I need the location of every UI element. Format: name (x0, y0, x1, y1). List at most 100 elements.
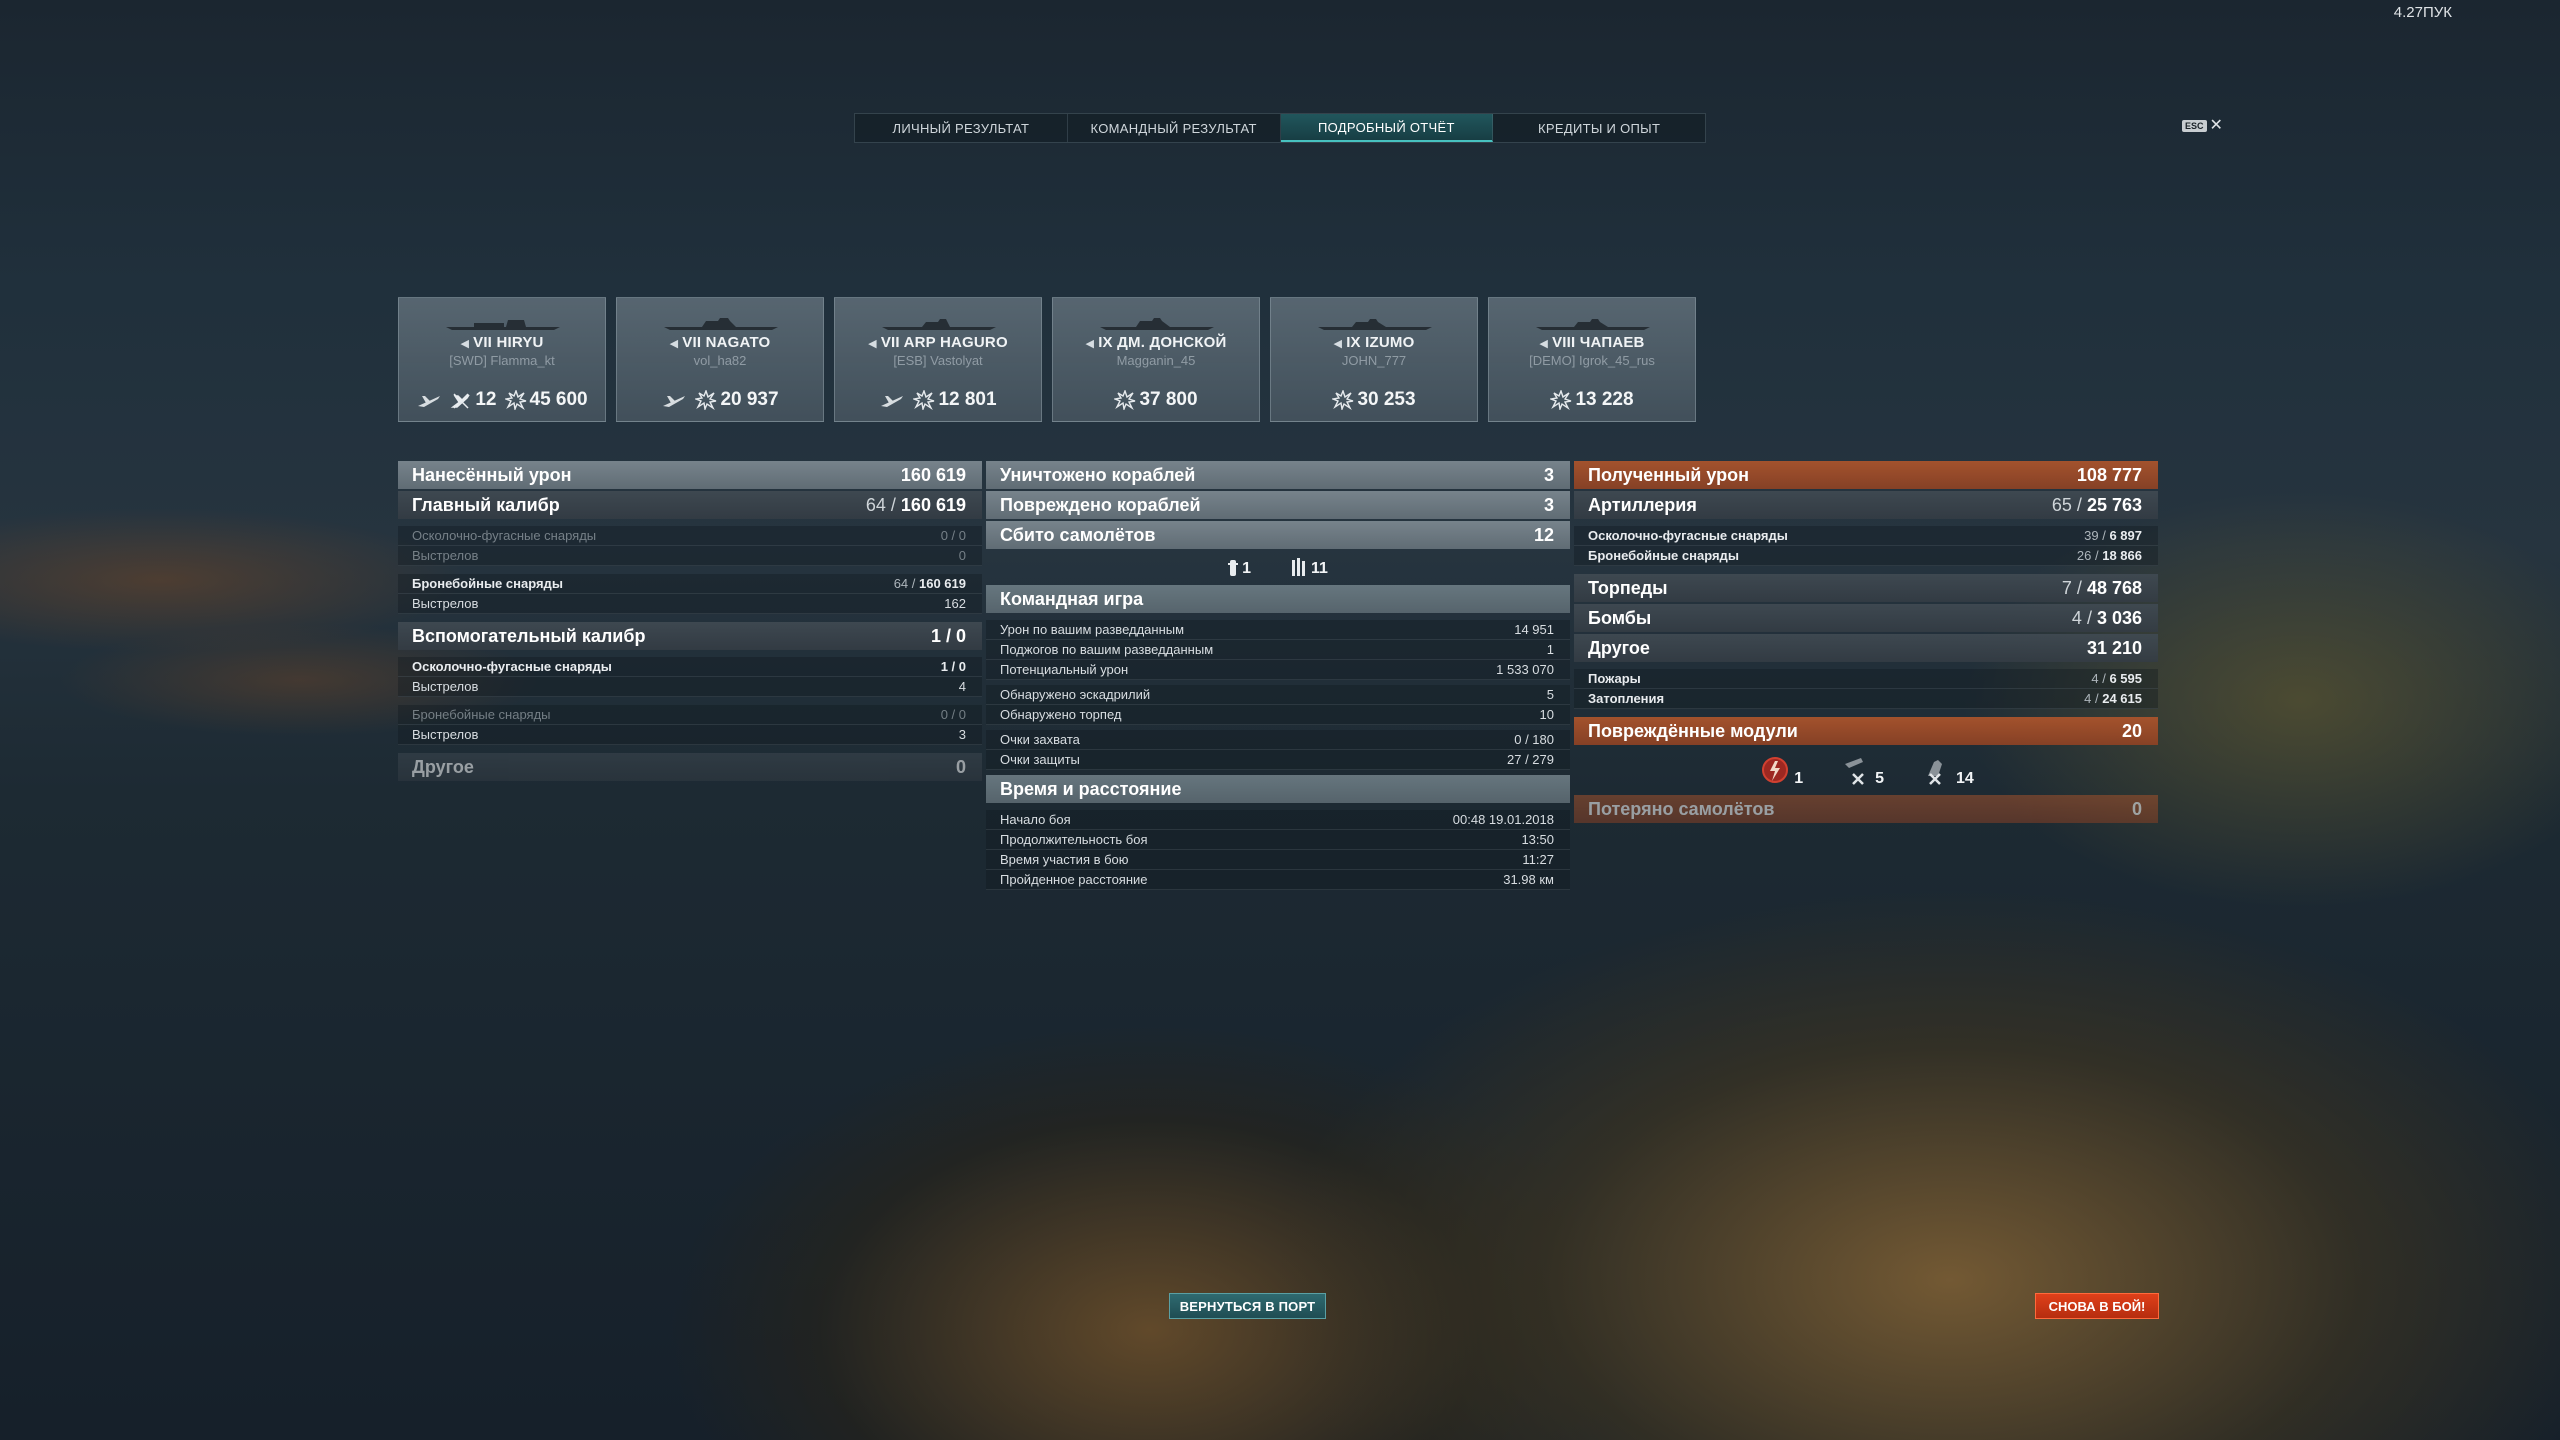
ship-card[interactable]: ◀ VII NAGATO vol_ha82 20 937 (616, 297, 824, 422)
planes-shot-count: 12 (475, 389, 497, 410)
player-name: Magganin_45 (1116, 353, 1196, 368)
team-row: Поджогов по вашим разведданным 1 (986, 640, 1570, 660)
torpedo-bomber-icon (1291, 558, 1305, 576)
ship-silhouette-icon (1536, 319, 1650, 330)
he-shots-row: Выстрелов 0 (398, 546, 982, 566)
ap-shells-row: Бронебойные снаряды 64 / 160 619 (398, 574, 982, 594)
time-row: Продолжительность боя 13:50 (986, 830, 1570, 850)
tab-personal-result[interactable]: ЛИЧНЫЙ РЕЗУЛЬТАТ (855, 114, 1068, 142)
fps-counter: 4.27ПУК (2393, 4, 2452, 21)
sec-he-shots-row: Выстрелов 4 (398, 677, 982, 697)
recv-he-row: Осколочно-фугасные снаряды 39 / 6 897 (1574, 526, 2158, 546)
ship-name: ДМ. ДОНСКОЙ (1117, 334, 1227, 351)
ussr-flag-icon: ◀ (1539, 338, 1549, 350)
ship-tier: VII (682, 334, 702, 351)
damage-burst-icon (1550, 390, 1572, 410)
time-distance-header: Время и расстояние (986, 775, 1570, 803)
player-name: [DEMO] Igrok_45_rus (1529, 353, 1655, 368)
planes-lost-header: Потеряно самолётов 0 (1574, 795, 2158, 823)
ship-name: ARP HAGURO (903, 334, 1008, 351)
ship-card[interactable]: ◀ VII HIRYU [SWD] Flamma_kt 12 45 600 (398, 297, 606, 422)
return-to-port-button[interactable]: ВЕРНУТЬСЯ В ПОРТ (1169, 1293, 1326, 1319)
japan-flag-icon: ◀ (1333, 338, 1343, 350)
aa-damage-count: 14 (1956, 770, 1974, 787)
damage-value: 13 228 (1575, 389, 1634, 410)
he-shells-row: Осколочно-фугасные снаряды 0 / 0 (398, 526, 982, 546)
team-row: Очки защиты 27 / 279 (986, 750, 1570, 770)
ship-name: IZUMO (1365, 334, 1415, 351)
ship-card[interactable]: ◀ VII ARP HAGURO [ESB] Vastolyat 12 801 (834, 297, 1042, 422)
team-play-header: Командная игра (986, 585, 1570, 613)
team-row: Очки захвата 0 / 180 (986, 730, 1570, 750)
fires-row: Пожары 4 / 6 595 (1574, 669, 2158, 689)
aa-damage-icon (1928, 760, 1942, 785)
damage-received-header: Полученный урон 108 777 (1574, 461, 2158, 489)
bombs-header: Бомбы 4 / 3 036 (1574, 604, 2158, 632)
other-damage-header: Другое 0 (398, 753, 982, 781)
ship-tier: VIII (1552, 334, 1576, 351)
damage-value: 20 937 (720, 389, 779, 410)
torpedo-bomber-count: 11 (1310, 560, 1328, 577)
damage-dealt-header: Нанесённый урон 160 619 (398, 461, 982, 489)
secondary-battery-header: Вспомогательный калибр 1 / 0 (398, 622, 982, 650)
planes-shot-icon (451, 393, 470, 409)
planes-shot-header: Сбито самолётов 12 (986, 521, 1570, 549)
ship-name: ЧАПАЕВ (1579, 334, 1645, 351)
aircraft-icon (879, 390, 905, 410)
damage-value: 12 801 (938, 389, 997, 410)
ship-card[interactable]: ◀ IX IZUMO JOHN_777 30 253 (1270, 297, 1478, 422)
combat-panel: Уничтожено кораблей 3 Повреждено кораблей… (986, 461, 1570, 890)
ships-damaged-header: Повреждено кораблей 3 (986, 491, 1570, 519)
damage-burst-icon (504, 390, 526, 410)
ship-card[interactable]: ◀ IX ДМ. ДОНСКОЙ Magganin_45 37 800 (1052, 297, 1260, 422)
ap-shots-row: Выстрелов 162 (398, 594, 982, 614)
damage-burst-icon (1114, 390, 1136, 410)
time-row: Время участия в бою 11:27 (986, 850, 1570, 870)
sec-ap-shots-row: Выстрелов 3 (398, 725, 982, 745)
damage-value: 45 600 (529, 389, 588, 410)
close-icon: ✕ (2209, 117, 2223, 134)
damage-received-panel: Полученный урон 108 777 Артиллерия 65 / 2… (1574, 461, 2158, 825)
tab-detailed-report[interactable]: ПОДРОБНЫЙ ОТЧЁТ (1280, 114, 1494, 142)
ships-destroyed-header: Уничтожено кораблей 3 (986, 461, 1570, 489)
ship-tier: IX (1346, 334, 1361, 351)
player-name: JOHN_777 (1341, 353, 1407, 368)
player-name: vol_ha82 (693, 353, 747, 368)
ship-tier: IX (1098, 334, 1113, 351)
ship-name: HIRYU (496, 334, 544, 351)
tab-team-result[interactable]: КОМАНДНЫЙ РЕЗУЛЬТАТ (1068, 114, 1281, 142)
tab-bar: ЛИЧНЫЙ РЕЗУЛЬТАТ КОМАНДНЫЙ РЕЗУЛЬТАТ ПОД… (854, 113, 1706, 143)
japan-flag-icon: ◀ (868, 338, 877, 350)
time-row: Начало боя 00:48 19.01.2018 (986, 810, 1570, 830)
aircraft-icon (416, 390, 442, 410)
fighter-icon (1228, 560, 1239, 576)
ship-silhouette-icon (882, 319, 996, 330)
main-battery-header: Главный калибр 64 / 160 619 (398, 491, 982, 519)
team-row: Потенциальный урон 1 533 070 (986, 660, 1570, 680)
ship-silhouette-icon (446, 320, 560, 330)
battle-again-button[interactable]: СНОВА В БОЙ! (2035, 1293, 2159, 1319)
ussr-flag-icon: ◀ (1085, 338, 1095, 350)
damaged-modules-breakdown: 1 5 14 (1574, 747, 2158, 795)
tab-credits-xp[interactable]: КРЕДИТЫ И ОПЫТ (1493, 114, 1705, 142)
damage-burst-icon (913, 390, 935, 410)
planes-shot-breakdown: 1 11 (986, 551, 1570, 585)
time-row: Пройденное расстояние 31.98 км (986, 870, 1570, 890)
fighter-count: 1 (1242, 560, 1251, 577)
gun-damage-icon (1845, 758, 1864, 785)
damage-value: 30 253 (1357, 389, 1416, 410)
other-received-header: Другое 31 210 (1574, 634, 2158, 662)
damaged-modules-header: Повреждённые модули 20 (1574, 717, 2158, 745)
team-row: Обнаружено торпед 10 (986, 705, 1570, 725)
sec-he-shells-row: Осколочно-фугасные снаряды 1 / 0 (398, 657, 982, 677)
floods-row: Затопления 4 / 24 615 (1574, 689, 2158, 709)
ship-card[interactable]: ◀ VIII ЧАПАЕВ [DEMO] Igrok_45_rus 13 228 (1488, 297, 1696, 422)
damage-dealt-panel: Нанесённый урон 160 619 Главный калибр 6… (398, 461, 982, 783)
gun-damage-count: 5 (1875, 770, 1884, 787)
sec-ap-shells-row: Бронебойные снаряды 0 / 0 (398, 705, 982, 725)
torpedoes-header: Торпеды 7 / 48 768 (1574, 574, 2158, 602)
player-name: [ESB] Vastolyat (893, 353, 983, 368)
japan-flag-icon: ◀ (460, 338, 470, 350)
ship-cards: ◀ VII HIRYU [SWD] Flamma_kt 12 45 600 ◀ VI… (398, 297, 1696, 422)
close-button[interactable]: ESC ✕ (2182, 117, 2223, 134)
